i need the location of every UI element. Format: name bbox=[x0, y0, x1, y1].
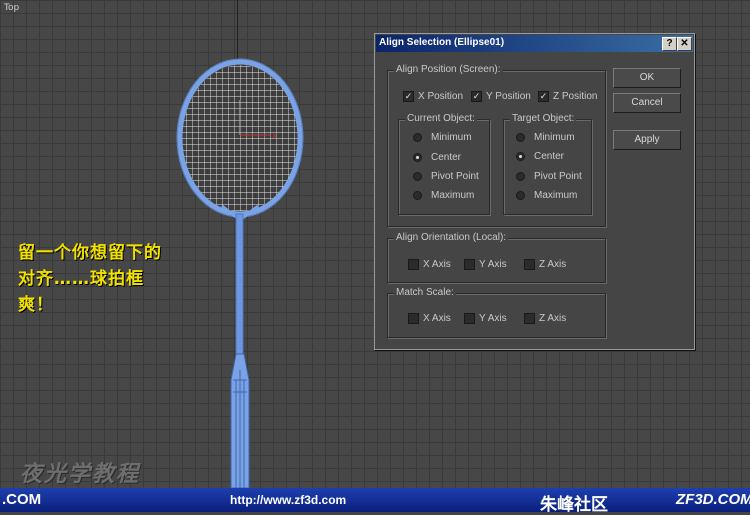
dialog-title: Align Selection (Ellipse01) bbox=[379, 37, 505, 48]
current-object-group: Current Object: Minimum Center Pivot Poi… bbox=[398, 113, 490, 215]
racket-handle bbox=[230, 353, 250, 488]
x-position-label: X Position bbox=[418, 91, 464, 103]
match-scale-group: Match Scale: X Axis Y Axis Z Axis bbox=[387, 287, 606, 338]
target-minimum-radio[interactable]: Minimum bbox=[516, 132, 575, 143]
scale-z-label: Z Axis bbox=[539, 313, 567, 325]
target-pivot-label: Pivot Point bbox=[534, 171, 582, 182]
y-position-check[interactable]: ✓ bbox=[471, 91, 482, 102]
target-maximum-label: Maximum bbox=[534, 190, 578, 201]
checkbox-box[interactable] bbox=[408, 313, 419, 324]
align-selection-dialog: Align Selection (Ellipse01) ? ✕ Align Po… bbox=[374, 33, 695, 350]
cancel-button[interactable]: Cancel bbox=[613, 93, 681, 113]
footer-community: 朱峰社区 bbox=[540, 495, 608, 514]
dialog-title-bar[interactable]: Align Selection (Ellipse01) ? ✕ bbox=[376, 35, 693, 52]
ok-button[interactable]: OK bbox=[613, 68, 681, 88]
scale-z-checkbox[interactable]: Z Axis bbox=[524, 313, 566, 324]
current-minimum-label: Minimum bbox=[431, 132, 472, 143]
radio-dot bbox=[413, 132, 422, 142]
radio-dot bbox=[413, 190, 422, 200]
z-position-checkbox[interactable]: ✓ Z Position bbox=[538, 91, 597, 102]
z-position-label: Z Position bbox=[553, 91, 598, 103]
y-position-checkbox[interactable]: ✓ Y Position bbox=[471, 91, 531, 102]
radio-dot bbox=[516, 171, 525, 181]
current-maximum-radio[interactable]: Maximum bbox=[413, 190, 474, 201]
close-button[interactable]: ✕ bbox=[677, 37, 692, 51]
target-center-label: Center bbox=[534, 151, 565, 162]
caption-line-2: 对齐……球拍框 bbox=[18, 269, 144, 289]
footer-url[interactable]: http://www.zf3d.com bbox=[230, 493, 346, 507]
caption-line-1: 留一个你想留下的 bbox=[18, 243, 162, 263]
target-object-group: Target Object: Minimum Center Pivot Poin… bbox=[503, 113, 592, 215]
current-object-label: Current Object: bbox=[405, 113, 477, 124]
target-object-label: Target Object: bbox=[510, 113, 577, 124]
scale-y-label: Y Axis bbox=[479, 313, 507, 325]
target-minimum-label: Minimum bbox=[534, 132, 575, 143]
checkbox-box[interactable] bbox=[524, 259, 535, 270]
scale-y-checkbox[interactable]: Y Axis bbox=[464, 313, 507, 324]
racket-shaft bbox=[235, 213, 244, 355]
checkbox-box[interactable] bbox=[464, 259, 475, 270]
checkbox-box[interactable] bbox=[408, 259, 419, 270]
radio-dot-selected bbox=[516, 151, 525, 161]
target-maximum-radio[interactable]: Maximum bbox=[516, 190, 577, 201]
x-position-check[interactable]: ✓ bbox=[403, 91, 414, 102]
current-center-radio[interactable]: Center bbox=[413, 152, 461, 163]
footer-left-text: .COM bbox=[2, 491, 42, 508]
help-button[interactable]: ? bbox=[662, 37, 677, 51]
radio-dot-selected bbox=[413, 152, 422, 162]
radio-dot bbox=[516, 190, 525, 200]
svg-text:x: x bbox=[272, 131, 277, 140]
match-scale-label: Match Scale: bbox=[394, 287, 456, 298]
align-orientation-label: Align Orientation (Local): bbox=[394, 232, 509, 243]
orient-y-checkbox[interactable]: Y Axis bbox=[464, 259, 507, 270]
apply-button[interactable]: Apply bbox=[613, 130, 681, 150]
x-position-checkbox[interactable]: ✓ X Position bbox=[403, 91, 463, 102]
target-pivot-radio[interactable]: Pivot Point bbox=[516, 171, 582, 182]
radio-dot bbox=[516, 132, 525, 142]
align-position-label: Align Position (Screen): bbox=[394, 64, 503, 75]
tutorial-caption: 留一个你想留下的 对齐……球拍框 爽！ bbox=[18, 240, 162, 318]
orient-z-checkbox[interactable]: Z Axis bbox=[524, 259, 566, 270]
align-position-group: Align Position (Screen): ✓ X Position ✓ Y … bbox=[387, 64, 606, 227]
current-center-label: Center bbox=[431, 152, 462, 163]
orient-z-label: Z Axis bbox=[539, 259, 567, 271]
caption-line-3: 爽！ bbox=[18, 295, 54, 315]
current-maximum-label: Maximum bbox=[431, 190, 475, 201]
orient-x-checkbox[interactable]: X Axis bbox=[408, 259, 451, 270]
checkbox-box[interactable] bbox=[524, 313, 535, 324]
z-position-check[interactable]: ✓ bbox=[538, 91, 549, 102]
current-minimum-radio[interactable]: Minimum bbox=[413, 132, 472, 143]
current-pivot-radio[interactable]: Pivot Point bbox=[413, 171, 479, 182]
target-center-radio[interactable]: Center bbox=[516, 151, 564, 162]
scale-x-checkbox[interactable]: X Axis bbox=[408, 313, 451, 324]
radio-dot bbox=[413, 171, 422, 181]
footer-domain: ZF3D.COM bbox=[676, 491, 750, 508]
align-orientation-group: Align Orientation (Local): X Axis Y Axis… bbox=[387, 232, 606, 283]
orient-y-label: Y Axis bbox=[479, 259, 507, 271]
current-pivot-label: Pivot Point bbox=[431, 171, 479, 182]
watermark: 夜光学教程 bbox=[20, 461, 141, 487]
checkbox-box[interactable] bbox=[464, 313, 475, 324]
y-position-label: Y Position bbox=[486, 91, 531, 103]
footer-banner: .COM http://www.zf3d.com 朱峰社区 ZF3D.COM bbox=[0, 488, 750, 514]
scale-x-label: X Axis bbox=[423, 313, 451, 325]
orient-x-label: X Axis bbox=[423, 259, 451, 271]
